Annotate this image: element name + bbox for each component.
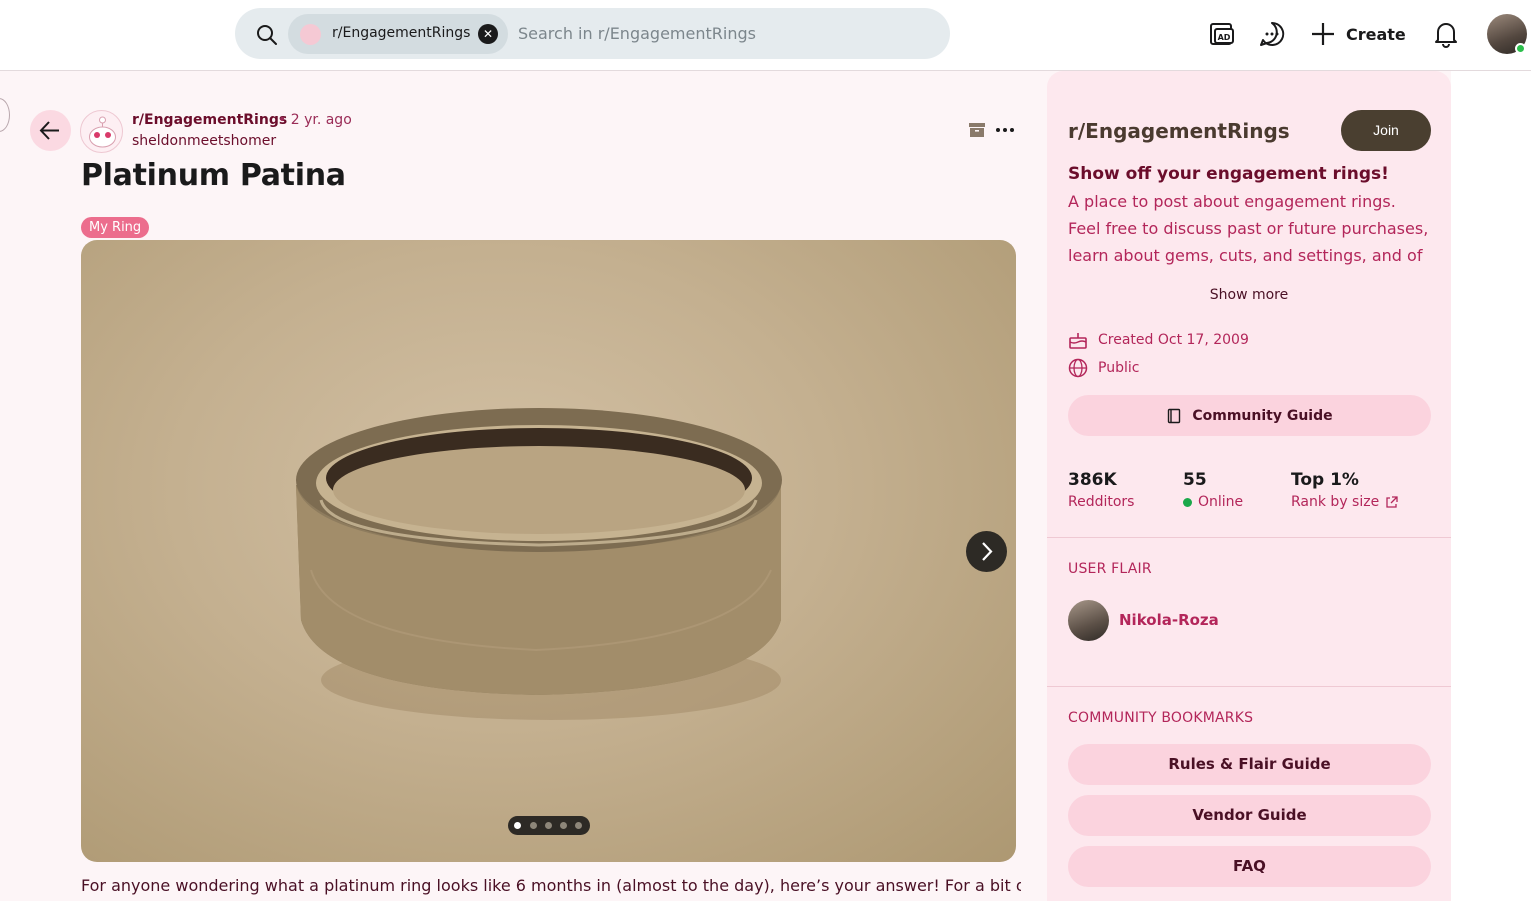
stat-online: 55 Online: [1183, 470, 1243, 510]
community-guide-label: Community Guide: [1192, 407, 1333, 424]
join-button[interactable]: Join: [1341, 110, 1431, 151]
globe-icon: [1068, 358, 1088, 378]
post-body: For anyone wondering what a platinum rin…: [81, 876, 1021, 895]
arrow-left-icon: [39, 121, 59, 140]
chat-icon[interactable]: [1258, 20, 1286, 48]
stat-value: 386K: [1068, 470, 1117, 490]
snoo-icon: [89, 116, 116, 148]
pagination-dot[interactable]: [530, 822, 537, 829]
visibility-row: Public: [1068, 358, 1139, 378]
community-description: A place to post about engagement rings. …: [1068, 192, 1429, 265]
gallery-pagination: [508, 816, 590, 835]
user-flair-heading: USER FLAIR: [1068, 561, 1152, 577]
create-label: Create: [1346, 24, 1406, 44]
pagination-dot[interactable]: [514, 822, 521, 829]
search-scope-chip[interactable]: r/EngagementRings ✕: [288, 14, 508, 54]
back-button[interactable]: [30, 110, 71, 151]
partial-circle-icon: [0, 98, 10, 132]
create-button[interactable]: Create: [1310, 16, 1406, 52]
more-options-icon[interactable]: [994, 122, 1016, 138]
next-image-button[interactable]: [966, 531, 1007, 572]
sidebar-divider: [1047, 537, 1451, 538]
community-tagline: Show off your engagement rings!: [1068, 164, 1389, 184]
created-row: Created Oct 17, 2009: [1068, 330, 1249, 350]
stat-label: Online: [1198, 494, 1244, 510]
show-more-button[interactable]: Show more: [1068, 287, 1430, 303]
search-scope-label: r/EngagementRings: [332, 25, 471, 41]
bookmark-faq-button[interactable]: FAQ: [1068, 846, 1431, 887]
stat-value: Top 1%: [1291, 470, 1359, 490]
pagination-dot[interactable]: [545, 822, 552, 829]
search-icon[interactable]: [256, 24, 278, 46]
pagination-dot[interactable]: [560, 822, 567, 829]
user-flair-name[interactable]: Nikola-Roza: [1119, 611, 1219, 629]
subreddit-avatar[interactable]: [80, 110, 123, 153]
archive-icon: [969, 123, 985, 137]
bell-icon[interactable]: [1432, 20, 1460, 48]
bookmark-rules-button[interactable]: Rules & Flair Guide: [1068, 744, 1431, 785]
svg-text:AD: AD: [1218, 33, 1231, 42]
created-date: Created Oct 17, 2009: [1098, 332, 1249, 348]
close-icon[interactable]: ✕: [478, 24, 498, 44]
subreddit-avatar: [300, 24, 321, 45]
ring-image: [296, 408, 782, 720]
page-margin: [1451, 71, 1531, 901]
bookmarks-heading: COMMUNITY BOOKMARKS: [1068, 710, 1254, 726]
post-flair[interactable]: My Ring: [81, 217, 150, 238]
book-icon: [1168, 408, 1181, 423]
stat-rank[interactable]: Top 1% Rank by size: [1291, 470, 1398, 510]
stat-value: 55: [1183, 470, 1207, 490]
visibility-label: Public: [1098, 360, 1140, 376]
community-guide-button[interactable]: Community Guide: [1068, 395, 1431, 436]
stat-members: 386K Redditors: [1068, 470, 1134, 510]
cake-icon: [1069, 333, 1087, 349]
subreddit-link[interactable]: r/EngagementRings: [132, 112, 287, 128]
post-timestamp: • 2 yr. ago: [278, 112, 352, 128]
post-title: Platinum Patina: [81, 158, 346, 193]
sidebar-divider: [1047, 686, 1451, 687]
online-dot: [1183, 497, 1192, 507]
online-status-dot: [1515, 43, 1526, 54]
external-link-icon: [1386, 495, 1398, 508]
stat-label: Rank by size: [1291, 494, 1380, 510]
stat-label: Redditors: [1068, 494, 1135, 510]
chevron-right-icon: [982, 542, 993, 561]
pagination-dot[interactable]: [575, 822, 582, 829]
post-author[interactable]: sheldonmeetshomer: [132, 133, 276, 149]
search-input[interactable]: Search in r/EngagementRings: [518, 24, 756, 43]
community-title: r/EngagementRings: [1068, 119, 1290, 143]
plus-icon: [1312, 23, 1334, 45]
post-image[interactable]: [81, 240, 1016, 862]
bookmark-vendor-button[interactable]: Vendor Guide: [1068, 795, 1431, 836]
advertise-icon[interactable]: AD: [1208, 20, 1236, 48]
avatar: [1068, 600, 1109, 641]
